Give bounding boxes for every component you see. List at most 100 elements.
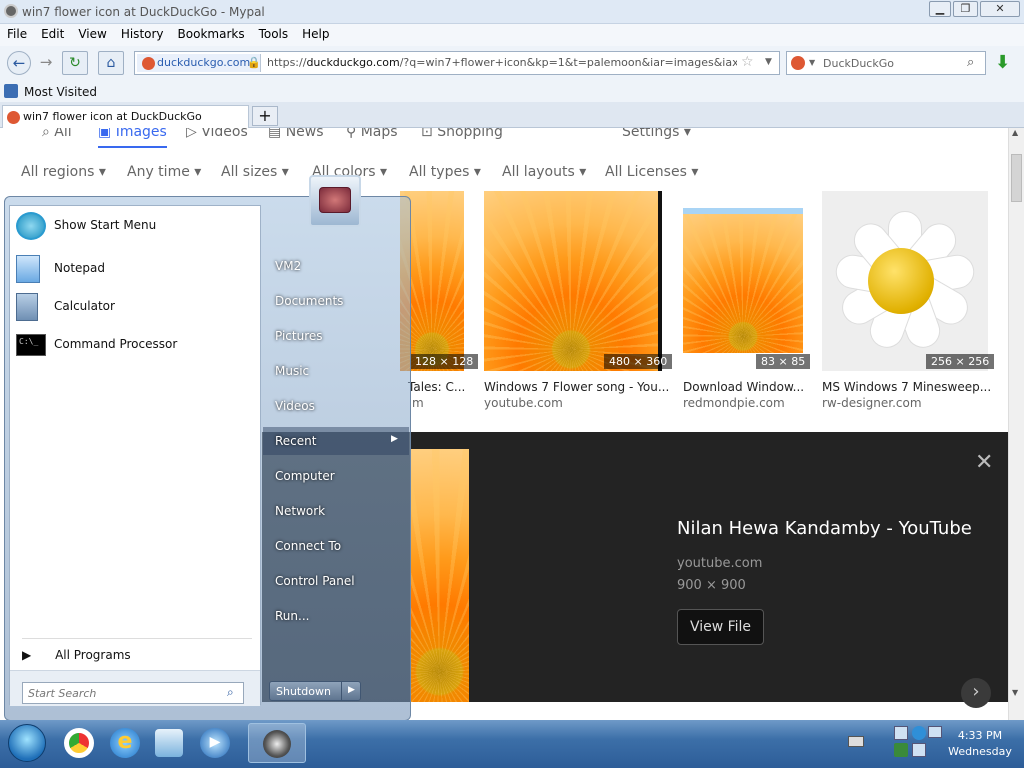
show-start-menu-item[interactable]: Show Start Menu xyxy=(14,209,256,243)
tab-all[interactable]: ⌕ All xyxy=(42,128,72,140)
start-search-input[interactable]: Start Search ⌕ xyxy=(22,682,244,704)
all-programs-item[interactable]: ▶ All Programs xyxy=(22,648,131,662)
filter-layouts[interactable]: All layouts ▾ xyxy=(502,164,586,180)
url-text[interactable]: https://duckduckgo.com/?q=win7+flower+ic… xyxy=(267,56,737,69)
tab-bar: win7 flower icon at DuckDuckGo + xyxy=(0,102,1024,128)
place-videos[interactable]: Videos xyxy=(275,399,315,413)
filter-licenses[interactable]: All Licenses ▾ xyxy=(605,164,698,180)
filter-sizes[interactable]: All sizes ▾ xyxy=(221,164,289,180)
place-control-panel[interactable]: Control Panel xyxy=(275,574,355,588)
tab-news[interactable]: ▤ News xyxy=(268,128,324,140)
search-icon[interactable]: ⌕ xyxy=(967,55,974,70)
result-caption-4[interactable]: MS Windows 7 Minesweep... xyxy=(822,380,991,394)
tab-maps[interactable]: ⚲ Maps xyxy=(346,128,398,140)
result-source-4[interactable]: rw-designer.com xyxy=(822,396,922,410)
place-documents[interactable]: Documents xyxy=(275,294,343,308)
result-caption-1[interactable]: Tales: C... xyxy=(408,380,465,394)
home-button[interactable]: ⌂ xyxy=(98,51,124,75)
start-search-icon[interactable]: ⌕ xyxy=(227,685,234,700)
menu-tools[interactable]: Tools xyxy=(252,24,296,44)
update-icon[interactable] xyxy=(912,726,926,740)
file-manager-icon[interactable] xyxy=(155,729,183,757)
media-player-icon[interactable]: ▶ xyxy=(200,728,230,758)
result-image-3[interactable] xyxy=(683,208,803,353)
shutdown-options-icon[interactable]: ▶ xyxy=(341,681,361,701)
menu-file[interactable]: File xyxy=(0,24,34,44)
mypal-taskbar-button[interactable] xyxy=(248,723,306,763)
preview-source[interactable]: youtube.com xyxy=(677,556,762,571)
site-identity[interactable]: duckduckgo.com 🔒 xyxy=(137,54,261,72)
maximize-button[interactable]: ❐ xyxy=(953,1,978,17)
tab-videos[interactable]: ▷ Videos xyxy=(186,128,248,140)
place-network[interactable]: Network xyxy=(275,504,325,518)
result-source-3[interactable]: redmondpie.com xyxy=(683,396,785,410)
place-recent[interactable]: Recent xyxy=(275,434,316,448)
display-icon[interactable] xyxy=(928,726,942,738)
filter-time[interactable]: Any time ▾ xyxy=(127,164,201,180)
result-image-4[interactable] xyxy=(822,191,988,371)
result-caption-2[interactable]: Windows 7 Flower song - You... xyxy=(484,380,669,394)
forward-button[interactable]: → xyxy=(34,51,58,75)
url-bar[interactable]: duckduckgo.com 🔒 https://duckduckgo.com/?… xyxy=(134,51,780,75)
security-icon[interactable] xyxy=(894,743,908,757)
tab-active[interactable]: win7 flower icon at DuckDuckGo xyxy=(2,105,249,128)
minimize-button[interactable]: ▁ xyxy=(929,1,951,17)
place-vm2[interactable]: VM2 xyxy=(275,259,301,273)
clock[interactable]: 4:33 PM Wednesday xyxy=(945,728,1015,760)
scroll-down-icon[interactable]: ▼ xyxy=(1012,688,1018,697)
close-window-button[interactable]: ✕ xyxy=(980,1,1020,17)
search-engine-icon[interactable] xyxy=(791,56,805,70)
engine-dropdown-icon[interactable]: ▼ xyxy=(809,58,815,67)
menu-bar: File Edit View History Bookmarks Tools Help xyxy=(0,24,1024,46)
place-run[interactable]: Run... xyxy=(275,609,309,623)
menu-edit[interactable]: Edit xyxy=(34,24,71,44)
menu-view[interactable]: View xyxy=(71,24,113,44)
menu-help[interactable]: Help xyxy=(295,24,336,44)
filter-regions[interactable]: All regions ▾ xyxy=(21,164,106,180)
download-icon[interactable]: ⬇ xyxy=(995,52,1010,73)
reload-button[interactable]: ↻ xyxy=(62,51,88,75)
preview-title[interactable]: Nilan Hewa Kandamby - YouTube xyxy=(677,518,972,539)
result-source-1[interactable]: m xyxy=(412,396,424,410)
menu-bookmarks[interactable]: Bookmarks xyxy=(171,24,252,44)
menu-history[interactable]: History xyxy=(114,24,171,44)
start-menu-programs: Show Start Menu Notepad Calculator C:\_ … xyxy=(9,205,261,706)
place-connect-to[interactable]: Connect To xyxy=(275,539,341,553)
result-caption-3[interactable]: Download Window... xyxy=(683,380,804,394)
notepad-item[interactable]: Notepad xyxy=(14,252,256,286)
tab-images[interactable]: ▣ Images xyxy=(98,128,167,148)
view-file-button[interactable]: View File xyxy=(677,609,764,645)
filter-types[interactable]: All types ▾ xyxy=(409,164,481,180)
most-visited-link[interactable]: Most Visited xyxy=(24,85,97,99)
search-bar[interactable]: ▼ DuckDuckGo ⌕ xyxy=(786,51,986,75)
clock-time: 4:33 PM xyxy=(957,729,1003,742)
volume-icon[interactable] xyxy=(912,743,926,757)
back-button[interactable]: ← xyxy=(7,51,31,75)
place-computer[interactable]: Computer xyxy=(275,469,335,483)
close-preview-icon[interactable]: ✕ xyxy=(975,450,993,475)
settings-dropdown[interactable]: Settings ▾ xyxy=(622,128,691,140)
bookmarks-toolbar: Most Visited xyxy=(0,80,1024,102)
result-image-2[interactable] xyxy=(484,191,662,371)
result-source-2[interactable]: youtube.com xyxy=(484,396,563,410)
duckduckgo-icon xyxy=(142,57,155,70)
place-music[interactable]: Music xyxy=(275,364,309,378)
url-dropdown-icon[interactable]: ▼ xyxy=(765,57,772,67)
start-orb-icon[interactable] xyxy=(8,724,46,762)
bookmark-star-icon[interactable]: ☆ xyxy=(741,54,754,70)
scroll-thumb[interactable] xyxy=(1011,154,1022,202)
scroll-up-icon[interactable]: ▲ xyxy=(1012,128,1018,137)
page-scrollbar[interactable]: ▲ ▼ xyxy=(1008,128,1024,720)
keyboard-icon[interactable] xyxy=(848,736,864,747)
network-icon[interactable] xyxy=(894,726,908,740)
chrome-icon[interactable] xyxy=(64,728,94,758)
new-tab-button[interactable]: + xyxy=(252,106,278,126)
next-image-icon[interactable]: › xyxy=(961,678,991,708)
calculator-item[interactable]: Calculator xyxy=(14,290,256,324)
preview-image[interactable] xyxy=(410,449,469,702)
place-pictures[interactable]: Pictures xyxy=(275,329,323,343)
tab-shopping[interactable]: ⊡ Shopping xyxy=(421,128,503,140)
most-visited-icon xyxy=(4,84,18,98)
command-processor-item[interactable]: C:\_ Command Processor xyxy=(14,328,256,362)
internet-explorer-icon[interactable]: e xyxy=(110,728,140,758)
